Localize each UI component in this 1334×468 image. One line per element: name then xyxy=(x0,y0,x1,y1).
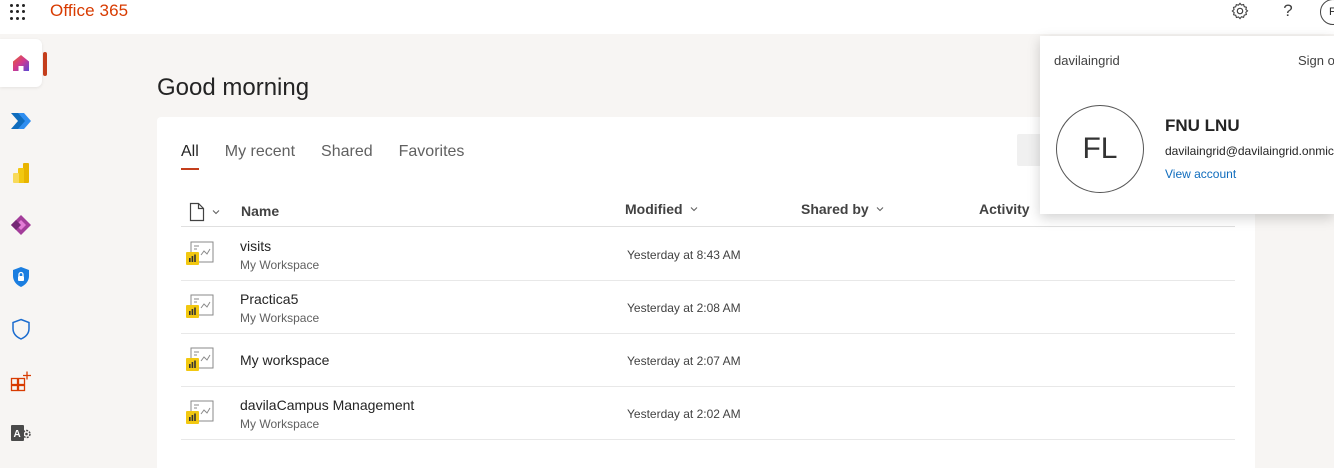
rail-item-security[interactable] xyxy=(0,253,42,301)
rail-item-power-automate[interactable] xyxy=(0,97,42,145)
file-location: My Workspace xyxy=(240,311,320,325)
power-bi-report-icon xyxy=(186,294,214,318)
table-row[interactable]: visits My Workspace Yesterday at 8:43 AM xyxy=(181,228,1235,281)
account-email: davilaingrid@davilaingrid.onmicrosoft.co… xyxy=(1165,144,1334,158)
table-row[interactable]: davilaCampus Management My Workspace Yes… xyxy=(181,387,1235,440)
name-column-header[interactable]: Name xyxy=(241,203,279,219)
shield-lock-icon xyxy=(13,267,29,287)
file-modified: Yesterday at 8:43 AM xyxy=(627,248,741,262)
file-modified: Yesterday at 2:08 AM xyxy=(627,301,741,315)
file-name: My workspace xyxy=(240,352,330,368)
file-location: My Workspace xyxy=(240,258,320,272)
table-row[interactable]: Practica5 My Workspace Yesterday at 2:08… xyxy=(181,281,1235,334)
file-modified: Yesterday at 2:02 AM xyxy=(627,407,741,421)
app-title[interactable]: Office 365 xyxy=(50,1,128,21)
sign-out-link[interactable]: Sign out xyxy=(1298,53,1334,68)
power-automate-icon xyxy=(11,113,31,129)
svg-text:A: A xyxy=(14,429,21,440)
file-name: Practica5 xyxy=(240,291,299,307)
account-panel: davilaingrid Sign out FL FNU LNU davilai… xyxy=(1040,36,1334,214)
shared-by-column-header[interactable]: Shared by xyxy=(801,201,885,217)
rail-item-power-bi[interactable] xyxy=(0,149,42,197)
rail-item-defender[interactable] xyxy=(0,305,42,353)
file-name: davilaCampus Management xyxy=(240,397,415,413)
rail-item-home[interactable] xyxy=(0,39,42,87)
account-avatar: FL xyxy=(1056,105,1144,193)
activity-column-header[interactable]: Activity xyxy=(979,201,1030,217)
document-icon xyxy=(189,202,205,222)
tab-all[interactable]: All xyxy=(181,143,199,170)
top-bar: Office 365 ? F xyxy=(0,0,1334,34)
rail-item-power-apps[interactable] xyxy=(0,201,42,249)
account-org-name: davilaingrid xyxy=(1054,53,1120,68)
name-column-label: Name xyxy=(241,203,280,219)
file-location: My Workspace xyxy=(240,417,320,431)
file-modified: Yesterday at 2:07 AM xyxy=(627,354,741,368)
app-rail: A xyxy=(0,34,48,468)
power-bi-report-icon xyxy=(186,241,214,265)
chevron-down-icon xyxy=(690,207,697,212)
power-bi-report-icon xyxy=(186,400,214,424)
chevron-down-icon xyxy=(876,207,884,212)
power-bi-icon xyxy=(13,163,29,183)
modified-column-header[interactable]: Modified xyxy=(625,201,699,217)
view-account-link[interactable]: View account xyxy=(1165,167,1236,181)
tab-bar: All My recent Shared Favorites xyxy=(181,143,490,170)
home-icon xyxy=(13,55,29,71)
apps-icon xyxy=(10,371,31,392)
admin-icon: A xyxy=(11,425,31,441)
power-apps-icon xyxy=(11,215,31,235)
tab-shared[interactable]: Shared xyxy=(321,143,373,167)
account-display-name: FNU LNU xyxy=(1165,116,1240,135)
chevron-down-icon xyxy=(212,210,220,215)
rail-item-apps[interactable] xyxy=(0,357,42,405)
rail-item-admin[interactable]: A xyxy=(0,409,42,457)
file-type-column-header[interactable] xyxy=(189,202,221,222)
rail-active-indicator xyxy=(43,52,47,76)
modified-column-label: Modified xyxy=(625,201,683,217)
tab-my-recent[interactable]: My recent xyxy=(225,143,295,167)
tab-favorites[interactable]: Favorites xyxy=(399,143,465,167)
power-bi-workspace-icon xyxy=(186,347,214,371)
page-greeting: Good morning xyxy=(157,74,310,101)
file-name: visits xyxy=(240,238,272,254)
shared-by-column-label: Shared by xyxy=(801,201,869,217)
gear-icon[interactable] xyxy=(1229,0,1251,22)
help-icon[interactable]: ? xyxy=(1277,0,1299,22)
app-launcher-icon[interactable] xyxy=(9,3,27,21)
table-row[interactable]: My workspace Yesterday at 2:07 AM xyxy=(181,334,1235,387)
activity-column-label: Activity xyxy=(979,201,1030,217)
shield-icon xyxy=(12,318,30,340)
account-avatar-button[interactable]: F xyxy=(1320,0,1334,25)
